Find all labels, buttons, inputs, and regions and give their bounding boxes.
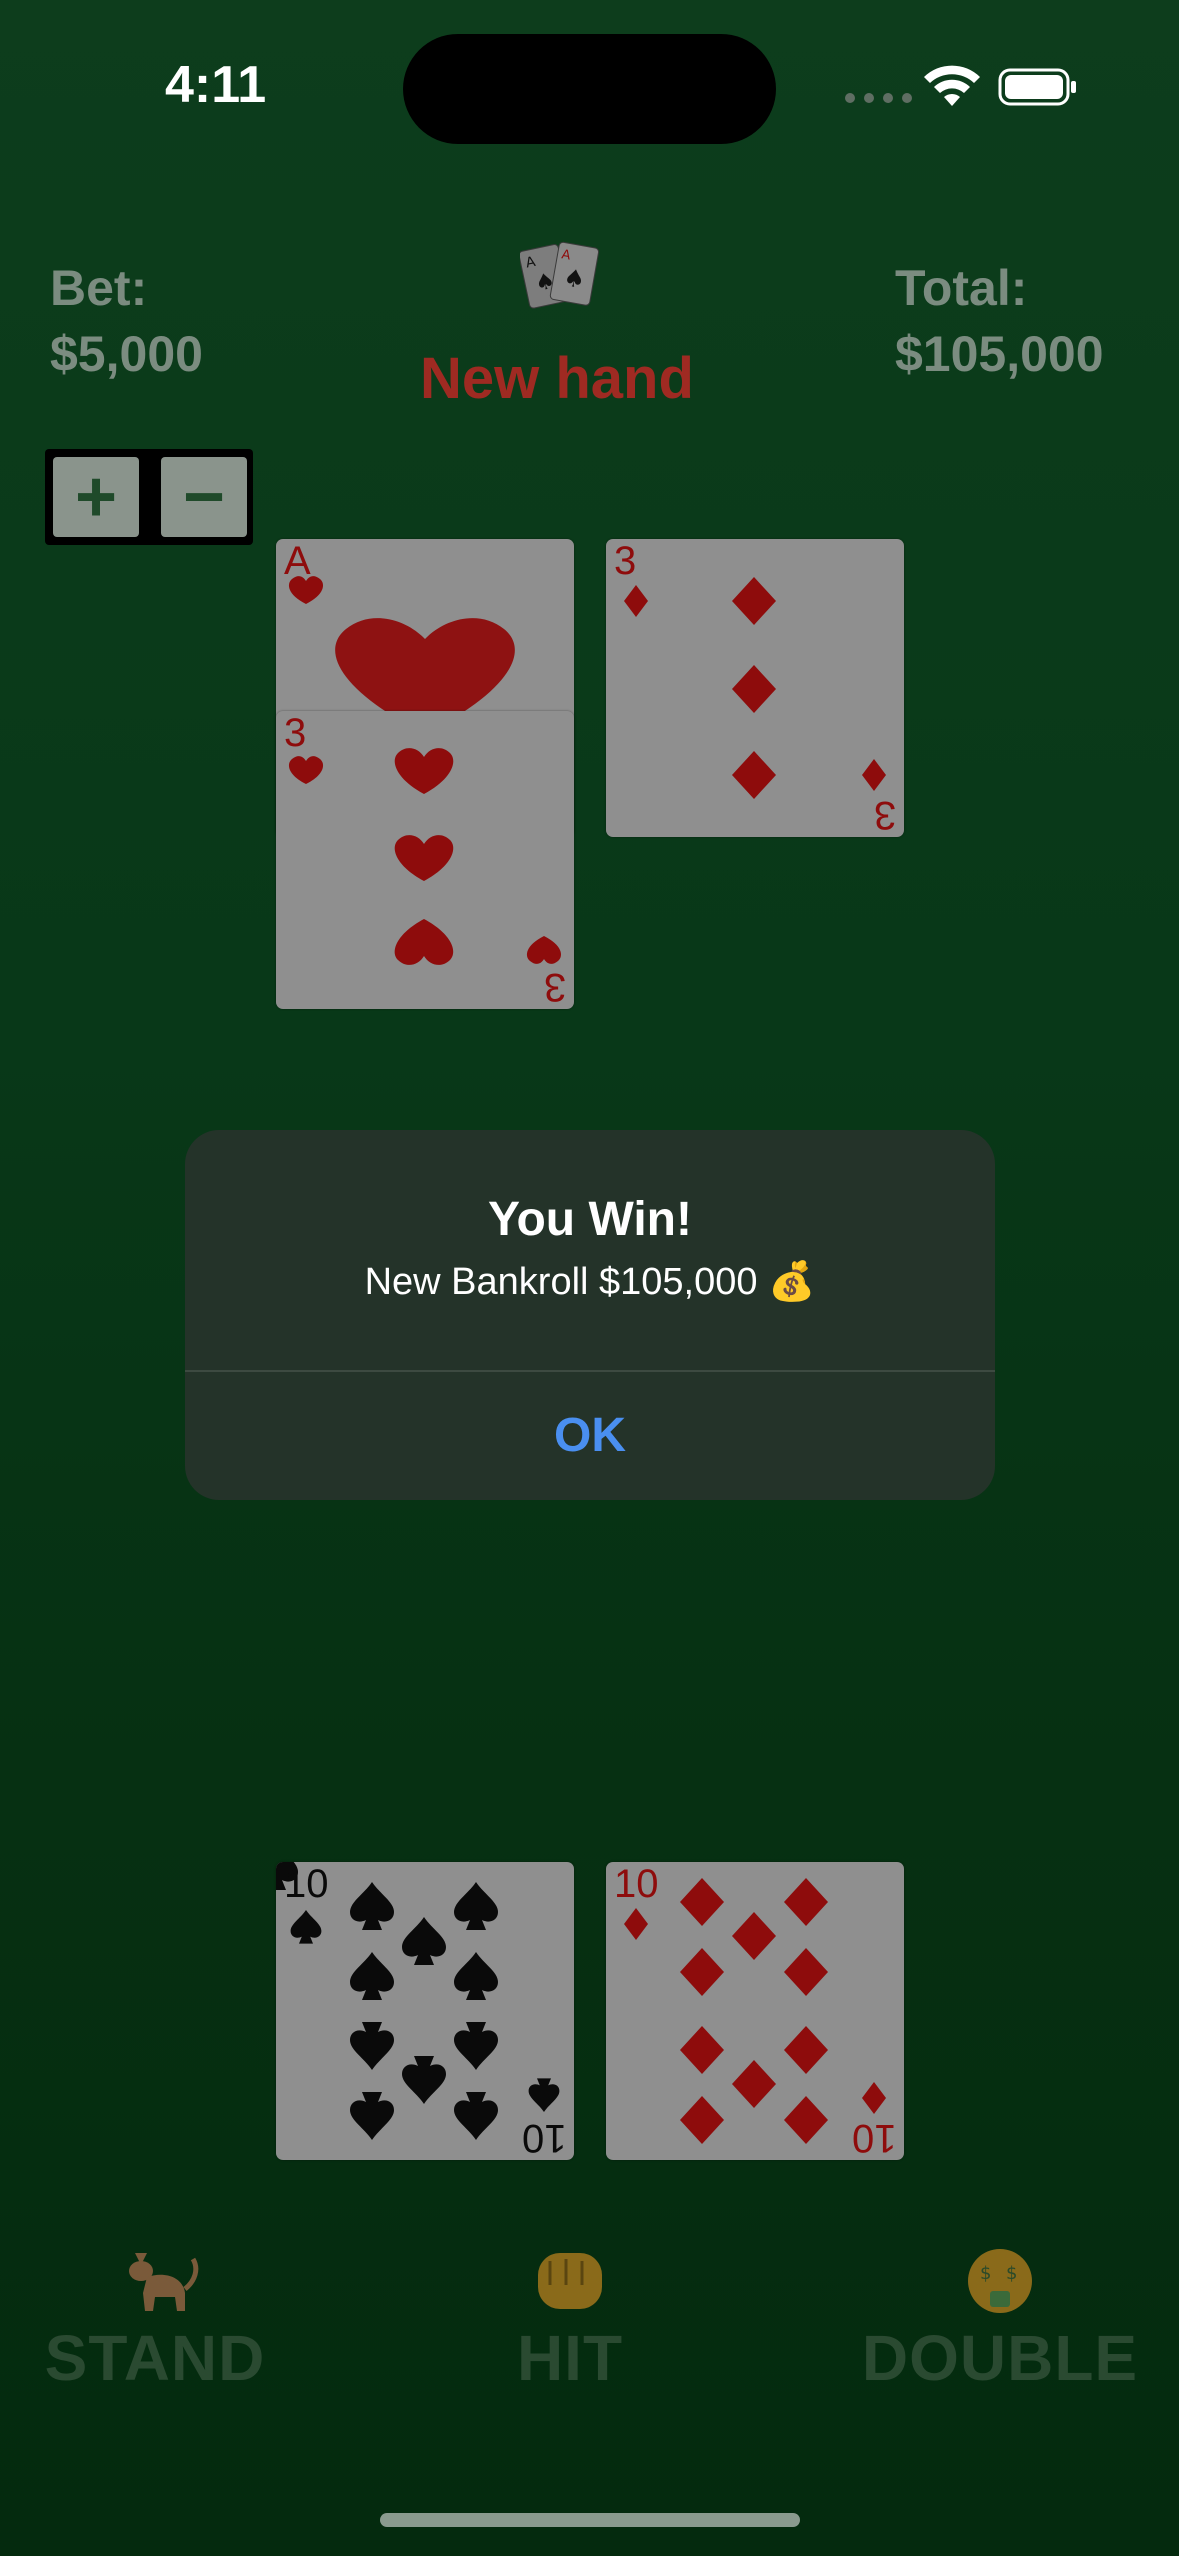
double-button[interactable]: $ $ DOUBLE <box>860 2245 1140 2395</box>
increase-bet-button[interactable]: + <box>53 457 139 537</box>
card-rank-rotated: 10 <box>851 2116 897 2160</box>
card-rank: 3 <box>284 711 307 755</box>
fist-bump-icon <box>538 2253 602 2309</box>
bet-stepper: + − <box>45 449 253 545</box>
bet-value: $5,000 <box>50 326 203 382</box>
double-label: DOUBLE <box>861 2322 1139 2394</box>
svg-text:$: $ <box>980 2263 991 2284</box>
alert-title: You Win! <box>488 1193 692 1246</box>
alert-message: New Bankroll $105,000 💰 <box>364 1261 816 1303</box>
card-rank: 10 <box>614 1862 659 1906</box>
card-rank-rotated: 10 <box>521 2116 567 2160</box>
card-rank-rotated: 3 <box>543 965 566 1009</box>
bet-label: Bet: <box>50 260 148 316</box>
game-status-title: New hand <box>420 346 694 411</box>
status-time: 4:11 <box>165 56 267 114</box>
hit-label: HIT <box>516 2322 624 2394</box>
player-card-ten-diamonds: 10 10 <box>606 1862 904 2160</box>
playing-cards-icon: A ♠ A ♠ <box>520 241 600 309</box>
hit-button[interactable]: HIT <box>470 2245 670 2395</box>
card-rank: A <box>284 539 311 583</box>
dealer-card-three-hearts: 3 3 <box>276 711 574 1009</box>
player-card-ten-spades: 10 10 <box>276 1862 574 2160</box>
alert-ok-button[interactable]: OK <box>185 1370 995 1500</box>
card-rank: 10 <box>284 1862 329 1906</box>
stand-label: STAND <box>44 2322 266 2394</box>
svg-text:$: $ <box>1006 2263 1017 2284</box>
wifi-icon <box>924 65 980 106</box>
card-rank: 3 <box>614 539 637 583</box>
total-label: Total: <box>895 260 1028 316</box>
dynamic-island <box>403 34 776 144</box>
total-display: Total: $105,000 <box>895 255 1104 387</box>
win-alert-dialog: You Win! New Bankroll $105,000 💰 OK <box>185 1130 995 1500</box>
dealer-card-three-diamonds: 3 3 <box>606 539 904 837</box>
cat-icon <box>129 2253 199 2311</box>
total-value: $105,000 <box>895 326 1104 382</box>
stand-button[interactable]: STAND <box>40 2245 270 2395</box>
home-indicator[interactable] <box>380 2513 800 2527</box>
money-face-icon: $ $ <box>968 2249 1032 2313</box>
cellular-signal-icon <box>845 93 912 103</box>
decrease-bet-button[interactable]: − <box>161 457 247 537</box>
battery-icon <box>998 68 1076 106</box>
card-rank-rotated: 3 <box>873 793 896 837</box>
bet-display: Bet: $5,000 <box>50 255 203 387</box>
